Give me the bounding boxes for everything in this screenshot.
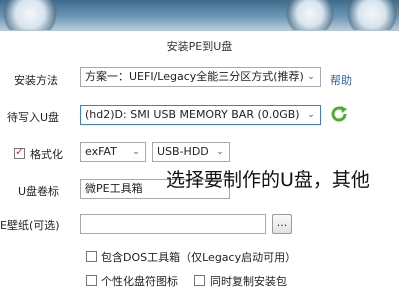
volume-label-label: U盘卷标 <box>18 185 60 198</box>
install-method-value: 方案一：UEFI/Legacy全能三分区方式(推荐) <box>85 70 304 83</box>
install-method-select[interactable]: 方案一：UEFI/Legacy全能三分区方式(推荐) ⌄ <box>80 67 321 87</box>
target-disk-value: (hd2)D: SMI USB MEMORY BAR (0.0GB) <box>85 108 300 121</box>
desktop-background <box>0 0 399 34</box>
subtitle-overlay: 选择要制作的U盘，其他 <box>166 169 370 191</box>
personalize-icon-label: 个性化盘符图标 <box>101 275 178 288</box>
filesystem-value: exFAT <box>85 145 117 158</box>
chevron-down-icon: ⌄ <box>307 110 315 120</box>
include-dos-label: 包含DOS工具箱（仅Legacy启动可用） <box>101 251 297 264</box>
snowy-tree-left <box>0 0 60 34</box>
format-label: 格式化 <box>30 148 63 161</box>
target-disk-select[interactable]: (hd2)D: SMI USB MEMORY BAR (0.0GB) ⌄ <box>80 105 321 125</box>
wallpaper-label: E壁纸(可选) <box>0 219 60 232</box>
dialog-title: 安装PE到U盘 <box>166 40 233 53</box>
boot-mode-select[interactable]: USB-HDD ⌄ <box>152 142 230 162</box>
chevron-down-icon: ⌄ <box>132 147 140 157</box>
target-disk-label: 待写入U盘 <box>7 111 60 124</box>
wallpaper-input[interactable] <box>80 214 266 234</box>
sync-copy-checkbox[interactable] <box>194 275 205 286</box>
sync-copy-label: 同时复制安装包 <box>210 275 287 288</box>
snowy-tree-far-right <box>345 0 399 34</box>
install-method-label: 安装方法 <box>14 74 58 87</box>
include-dos-checkbox[interactable] <box>86 251 97 262</box>
chevron-down-icon: ⌄ <box>307 72 315 82</box>
refresh-icon[interactable] <box>329 104 349 124</box>
personalize-icon-checkbox[interactable] <box>86 275 97 286</box>
install-pe-dialog: 安装PE到U盘 安装方法 方案一：UEFI/Legacy全能三分区方式(推荐) … <box>0 30 399 301</box>
filesystem-select[interactable]: exFAT ⌄ <box>80 142 146 162</box>
browse-button[interactable]: ... <box>272 214 292 234</box>
format-checkbox[interactable] <box>14 145 25 159</box>
chevron-down-icon: ⌄ <box>216 147 224 157</box>
boot-mode-value: USB-HDD <box>157 145 209 158</box>
help-link[interactable]: 帮助 <box>330 72 352 88</box>
snowy-tree-right <box>285 0 335 34</box>
